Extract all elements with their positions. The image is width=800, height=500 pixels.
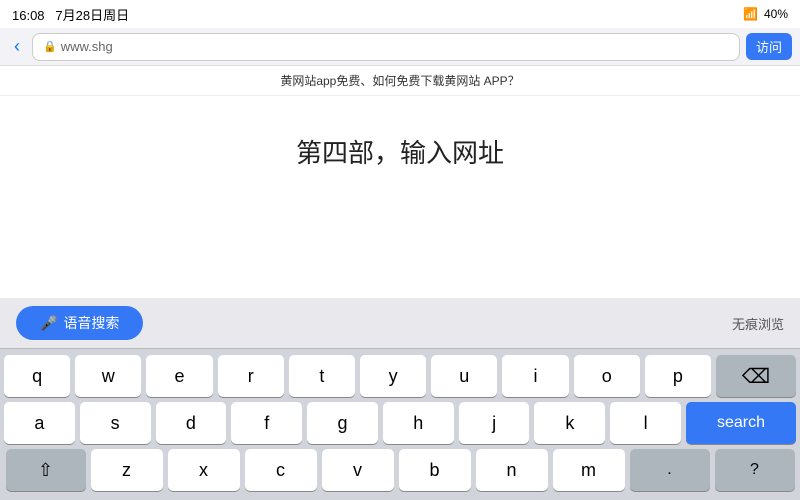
key-s[interactable]: s <box>80 402 151 444</box>
day-display: 7月28日周日 <box>55 8 129 23</box>
key-row-3: ⇧ z x c v b n m . ? <box>4 449 796 491</box>
key-d[interactable]: d <box>156 402 227 444</box>
battery-percent: 40% <box>764 7 788 21</box>
status-bar: 16:08 7月28日周日 📶 40% <box>0 0 800 28</box>
key-c[interactable]: c <box>245 449 317 491</box>
key-t[interactable]: t <box>289 355 355 397</box>
delete-key[interactable]: ⌫ <box>716 355 796 397</box>
key-e[interactable]: e <box>146 355 212 397</box>
key-u[interactable]: u <box>431 355 497 397</box>
question-key[interactable]: ? <box>715 449 795 491</box>
incognito-text: 无痕浏览 <box>732 314 784 333</box>
back-button[interactable]: ‹ <box>8 34 26 59</box>
key-m[interactable]: m <box>553 449 625 491</box>
key-i[interactable]: i <box>502 355 568 397</box>
key-h[interactable]: h <box>383 402 454 444</box>
key-o[interactable]: o <box>574 355 640 397</box>
key-l[interactable]: l <box>610 402 681 444</box>
lock-icon: 🔒 <box>43 40 57 53</box>
status-right: 📶 40% <box>743 7 788 21</box>
key-g[interactable]: g <box>307 402 378 444</box>
keyboard-container: 🎤 语音搜索 无痕浏览 q w e r t y u i o p ⌫ a s d … <box>0 298 800 500</box>
visit-button[interactable]: 访问 <box>746 33 792 60</box>
key-w[interactable]: w <box>75 355 141 397</box>
main-heading: 第四部，输入网址 <box>296 133 504 170</box>
key-j[interactable]: j <box>459 402 530 444</box>
time-display: 16:08 <box>12 8 45 23</box>
battery-display: 40% <box>764 7 788 21</box>
voice-search-label: 语音搜索 <box>63 313 119 333</box>
status-time: 16:08 7月28日周日 <box>12 5 129 24</box>
shift-key[interactable]: ⇧ <box>6 449 86 491</box>
mic-icon: 🎤 <box>40 315 57 332</box>
key-b[interactable]: b <box>399 449 471 491</box>
voice-search-button[interactable]: 🎤 语音搜索 <box>16 306 143 340</box>
key-v[interactable]: v <box>322 449 394 491</box>
key-r[interactable]: r <box>218 355 284 397</box>
key-f[interactable]: f <box>231 402 302 444</box>
key-p[interactable]: p <box>645 355 711 397</box>
key-a[interactable]: a <box>4 402 75 444</box>
main-content: 第四部，输入网址 <box>0 96 800 206</box>
key-y[interactable]: y <box>360 355 426 397</box>
key-x[interactable]: x <box>168 449 240 491</box>
keyboard-keys: q w e r t y u i o p ⌫ a s d f g h j k l … <box>0 349 800 500</box>
punct-key[interactable]: . <box>630 449 710 491</box>
key-q[interactable]: q <box>4 355 70 397</box>
wifi-icon: 📶 <box>743 7 758 21</box>
browser-bar: ‹ 🔒 www.shg 访问 <box>0 28 800 66</box>
page-title-bar: 黄网站app免费、如何免费下载黄网站 APP？ <box>0 66 800 96</box>
key-k[interactable]: k <box>534 402 605 444</box>
voice-search-bar: 🎤 语音搜索 无痕浏览 <box>0 298 800 349</box>
page-title: 黄网站app免费、如何免费下载黄网站 APP？ <box>280 74 519 88</box>
url-bar[interactable]: 🔒 www.shg <box>32 33 740 61</box>
search-button[interactable]: search <box>686 402 796 444</box>
key-n[interactable]: n <box>476 449 548 491</box>
url-text: www.shg <box>61 39 113 54</box>
key-z[interactable]: z <box>91 449 163 491</box>
key-row-1: q w e r t y u i o p ⌫ <box>4 355 796 397</box>
key-row-2: a s d f g h j k l search <box>4 402 796 444</box>
